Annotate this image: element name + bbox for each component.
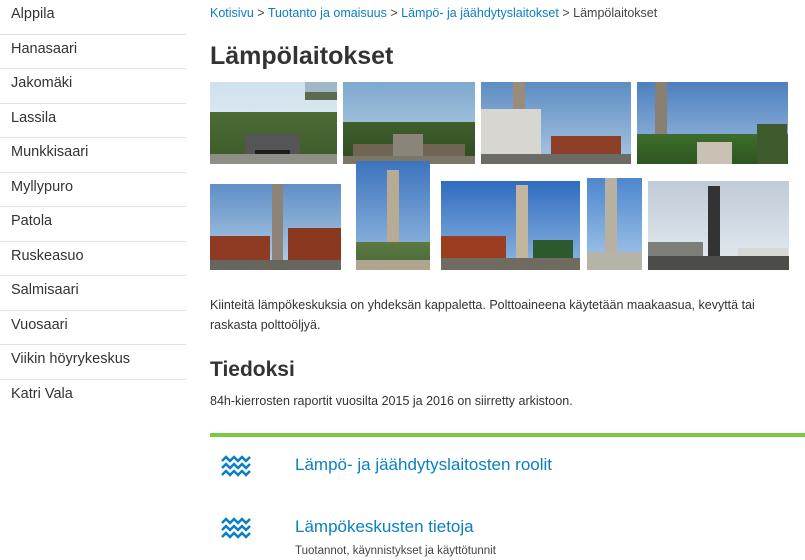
sidebar-item-viikin-hoyrykeskus[interactable]: Viikin höyrykeskus <box>0 345 186 380</box>
sidebar-item-myllypuro[interactable]: Myllypuro <box>0 173 186 207</box>
intro-text: Kiinteitä lämpökeskuksia on yhdeksän kap… <box>210 298 755 332</box>
sidebar-item-salmisaari[interactable]: Salmisaari <box>0 276 186 311</box>
breadcrumb-separator: > <box>390 6 402 20</box>
breadcrumb-link-laitokset[interactable]: Lämpö- ja jäähdytyslaitokset <box>401 6 559 20</box>
sidebar-item-patola[interactable]: Patola <box>0 207 186 242</box>
photo-patola-plant <box>441 181 580 270</box>
breadcrumb-separator: > <box>257 6 268 20</box>
photo-ruskeasuo-plant <box>587 178 642 270</box>
sidebar-item-vuosaari[interactable]: Vuosaari <box>0 311 186 345</box>
breadcrumb: Kotisivu > Tuotanto ja omaisuus > Lämpö-… <box>210 6 657 20</box>
photo-myllypuro-plant <box>356 161 430 270</box>
breadcrumb-current: Lämpölaitokset <box>573 6 658 20</box>
link-title-roles[interactable]: Lämpö- ja jäähdytyslaitosten roolit <box>295 455 552 475</box>
breadcrumb-link-kotisivu[interactable]: Kotisivu <box>210 6 254 20</box>
sidebar-item-lassila[interactable]: Lassila <box>0 104 186 138</box>
section-title-tiedoksi: Tiedoksi <box>210 358 295 381</box>
link-subtitle-plant-data: Tuotannot, käynnistykset ja käyttötunnit <box>295 545 496 557</box>
breadcrumb-separator: > <box>562 6 574 20</box>
sidebar-item-katri-vala[interactable]: Katri Vala <box>0 380 186 415</box>
photo-lassila-plant <box>637 82 788 164</box>
wave-icon <box>221 455 251 477</box>
sidebar-item-jakomaki[interactable]: Jakomäki <box>0 69 186 104</box>
link-row-plant-data[interactable]: Lämpökeskusten tietoja Tuotannot, käynni… <box>210 517 805 560</box>
photo-hanasaari-plant <box>343 82 475 164</box>
sidebar-item-munkkisaari[interactable]: Munkkisaari <box>0 138 186 173</box>
sidebar-item-alppila[interactable]: Alppila <box>0 0 186 35</box>
photo-munkkisaari-plant <box>210 184 341 270</box>
photo-salmisaari-plant <box>648 181 789 270</box>
page-title: Lämpölaitokset <box>210 42 394 70</box>
section-divider <box>210 433 805 437</box>
photo-alppila-inset <box>305 82 337 100</box>
sidebar-nav: Alppila Hanasaari Jakomäki Lassila Munkk… <box>0 0 186 414</box>
wave-icon <box>221 517 251 539</box>
sidebar-item-ruskeasuo[interactable]: Ruskeasuo <box>0 242 186 276</box>
sidebar-item-hanasaari[interactable]: Hanasaari <box>0 35 186 69</box>
section-text-tiedoksi: 84h-kierrosten raportit vuosilta 2015 ja… <box>210 394 573 408</box>
photo-jakomaki-plant <box>481 82 631 164</box>
breadcrumb-link-tuotanto[interactable]: Tuotanto ja omaisuus <box>268 6 387 20</box>
link-row-roles[interactable]: Lämpö- ja jäähdytyslaitosten roolit <box>210 455 805 485</box>
link-title-plant-data[interactable]: Lämpökeskusten tietoja <box>295 517 474 537</box>
